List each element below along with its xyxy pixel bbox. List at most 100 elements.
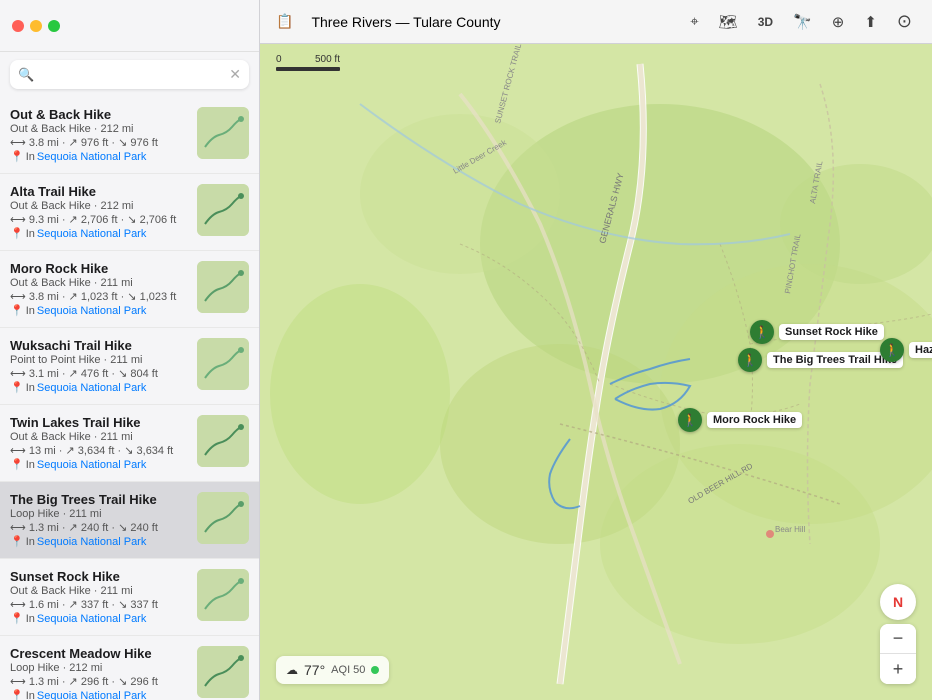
hazelwood-icon: 🚶 [880,338,904,362]
location-prefix: In [26,228,35,240]
result-title: Out & Back Hike [10,107,187,122]
zoom-in-header-button[interactable]: ⊕ [828,11,849,33]
location-link[interactable]: Sequoia National Park [37,613,146,625]
account-button[interactable]: ⊙ [893,9,916,34]
list-item[interactable]: Twin Lakes Trail Hike Out & Back Hike · … [0,405,259,482]
hazelwood-marker[interactable]: 🚶 Hazelwood Nature Trail Hike [880,338,932,362]
location-pin-icon: 📍 [10,304,24,317]
map-title: Three Rivers — Tulare County [311,14,672,30]
location-link[interactable]: Sequoia National Park [37,382,146,394]
map-controls: ⌖ 🗺 3D 🔭 ⊕ ⬆ ⊙ [686,9,916,34]
scale-start-label: 0 [276,54,282,65]
location-pin-icon: 📍 [10,535,24,548]
result-stats: ⟷ 1.3 mi · ↗ 296 ft · ↘ 296 ft [10,675,187,688]
result-stats: ⟷ 3.8 mi · ↗ 1,023 ft · ↘ 1,023 ft [10,290,187,303]
result-info: Crescent Meadow Hike Loop Hike · 212 mi … [10,646,187,700]
location-pin-icon: 📍 [10,150,24,163]
result-type: Out & Back Hike · 211 mi [10,585,187,597]
result-info: Twin Lakes Trail Hike Out & Back Hike · … [10,415,187,471]
aqi-label: AQI 50 [331,664,365,676]
result-stats: ⟷ 13 mi · ↗ 3,634 ft · ↘ 3,634 ft [10,444,187,457]
result-title: Sunset Rock Hike [10,569,187,584]
title-bar [0,0,259,52]
binoculars-button[interactable]: 🔭 [789,11,816,33]
result-info: Wuksachi Trail Hike Point to Point Hike … [10,338,187,394]
zoom-plus-button[interactable]: + [880,654,916,684]
location-button[interactable]: ⌖ [686,11,702,32]
result-title: Twin Lakes Trail Hike [10,415,187,430]
big-trees-icon: 🚶 [738,348,762,372]
list-item[interactable]: Crescent Meadow Hike Loop Hike · 212 mi … [0,636,259,700]
result-type: Out & Back Hike · 211 mi [10,277,187,289]
location-pin-icon: 📍 [10,458,24,471]
compass-button[interactable]: N [880,584,916,620]
list-item[interactable]: Alta Trail Hike Out & Back Hike · 212 mi… [0,174,259,251]
location-link[interactable]: Sequoia National Park [37,305,146,317]
sunset-rock-label: Sunset Rock Hike [779,324,884,340]
svg-text:Bear Hill: Bear Hill [775,525,805,534]
sunset-rock-marker[interactable]: 🚶 Sunset Rock Hike [750,320,884,344]
result-title: Moro Rock Hike [10,261,187,276]
close-button[interactable] [12,20,24,32]
map-icon: 📋 [276,13,293,30]
result-thumbnail [197,492,249,544]
zoom-controls: − + [880,624,916,684]
result-title: Alta Trail Hike [10,184,187,199]
search-input[interactable]: hikes Sequoia National Park [40,67,223,82]
sidebar: 🔍 hikes Sequoia National Park ✕ Out & Ba… [0,0,260,700]
share-button[interactable]: ⬆ [860,11,881,33]
location-prefix: In [26,305,35,317]
map-nav-controls: N − + [880,584,916,684]
location-pin-icon: 📍 [10,381,24,394]
list-item[interactable]: The Big Trees Trail Hike Loop Hike · 211… [0,482,259,559]
three-d-button[interactable]: 3D [754,13,777,31]
location-link[interactable]: Sequoia National Park [37,459,146,471]
result-location: 📍 In Sequoia National Park [10,458,187,471]
result-location: 📍 In Sequoia National Park [10,535,187,548]
results-list: Out & Back Hike Out & Back Hike · 212 mi… [0,97,259,700]
scale-bar: 0 500 ft [276,54,340,71]
result-thumbnail [197,261,249,313]
result-info: The Big Trees Trail Hike Loop Hike · 211… [10,492,187,548]
map-view-button[interactable]: 🗺 [715,11,742,33]
result-title: The Big Trees Trail Hike [10,492,187,507]
result-stats: ⟷ 3.1 mi · ↗ 476 ft · ↘ 804 ft [10,367,187,380]
location-link[interactable]: Sequoia National Park [37,536,146,548]
search-icon: 🔍 [18,67,34,83]
traffic-lights [12,20,60,32]
list-item[interactable]: Moro Rock Hike Out & Back Hike · 211 mi … [0,251,259,328]
scale-end-label: 500 ft [315,54,340,65]
result-type: Loop Hike · 212 mi [10,662,187,674]
weather-widget: ☁ 77° AQI 50 [276,656,389,684]
minimize-button[interactable] [30,20,42,32]
map-header: 📋 Three Rivers — Tulare County ⌖ 🗺 3D 🔭 … [260,0,932,44]
result-location: 📍 In Sequoia National Park [10,381,187,394]
weather-icon: ☁ [286,663,298,677]
result-location: 📍 In Sequoia National Park [10,689,187,700]
location-pin-icon: 📍 [10,689,24,700]
result-type: Out & Back Hike · 212 mi [10,200,187,212]
result-type: Point to Point Hike · 211 mi [10,354,187,366]
maximize-button[interactable] [48,20,60,32]
result-thumbnail [197,184,249,236]
moro-rock-marker[interactable]: 🚶 Moro Rock Hike [678,408,802,432]
location-link[interactable]: Sequoia National Park [37,690,146,700]
location-link[interactable]: Sequoia National Park [37,151,146,163]
list-item[interactable]: Sunset Rock Hike Out & Back Hike · 211 m… [0,559,259,636]
zoom-minus-button[interactable]: − [880,624,916,654]
location-link[interactable]: Sequoia National Park [37,228,146,240]
result-title: Crescent Meadow Hike [10,646,187,661]
list-item[interactable]: Out & Back Hike Out & Back Hike · 212 mi… [0,97,259,174]
weather-temp: 77° [304,662,325,678]
big-trees-marker[interactable]: 🚶 The Big Trees Trail Hike [738,348,903,372]
search-clear-button[interactable]: ✕ [229,66,241,83]
result-location: 📍 In Sequoia National Park [10,227,187,240]
result-info: Alta Trail Hike Out & Back Hike · 212 mi… [10,184,187,240]
result-thumbnail [197,646,249,698]
result-location: 📍 In Sequoia National Park [10,304,187,317]
location-prefix: In [26,382,35,394]
list-item[interactable]: Wuksachi Trail Hike Point to Point Hike … [0,328,259,405]
result-type: Out & Back Hike · 211 mi [10,431,187,443]
search-bar: 🔍 hikes Sequoia National Park ✕ [10,60,249,89]
result-location: 📍 In Sequoia National Park [10,150,187,163]
